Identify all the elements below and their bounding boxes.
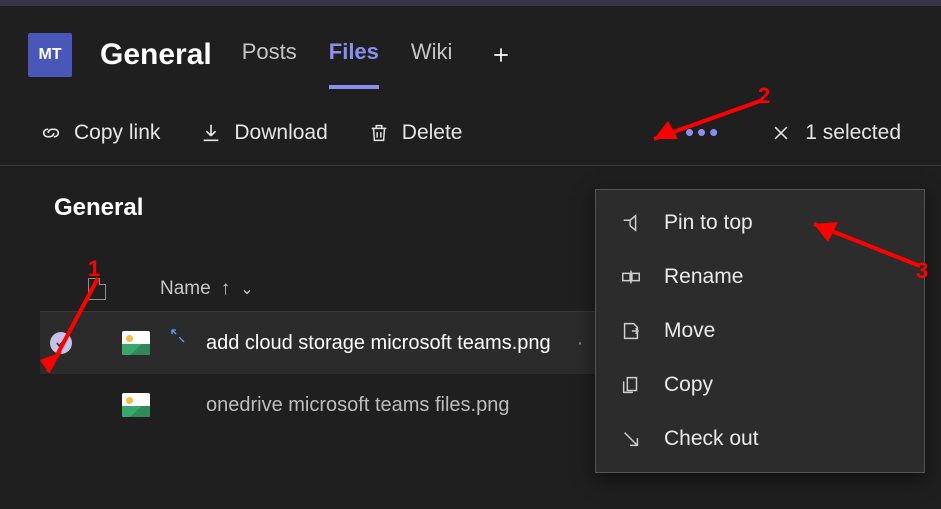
copy-link-label: Copy link <box>74 121 160 145</box>
name-column-header[interactable]: Name ↑ ⌄ <box>160 278 254 300</box>
image-file-icon <box>122 331 150 355</box>
more-actions-button[interactable]: ••• <box>675 113 731 152</box>
copy-icon <box>620 374 642 396</box>
tab-files[interactable]: Files <box>329 39 379 71</box>
image-file-icon <box>122 393 150 417</box>
menu-item-rename[interactable]: Rename <box>596 250 924 304</box>
menu-item-label: Pin to top <box>664 211 753 235</box>
checkout-icon <box>620 428 642 450</box>
team-avatar[interactable]: MT <box>28 33 72 77</box>
tab-wiki[interactable]: Wiki <box>411 39 453 71</box>
file-name: add cloud storage microsoft teams.png <box>206 332 551 355</box>
delete-label: Delete <box>402 121 463 145</box>
trash-icon <box>368 122 390 144</box>
rename-icon <box>620 266 642 288</box>
context-menu: Pin to top Rename Move Copy Check out <box>595 189 925 473</box>
row-select-checkbox[interactable] <box>50 332 72 354</box>
channel-title: General <box>100 38 212 72</box>
menu-item-label: Rename <box>664 265 743 289</box>
close-icon <box>771 123 791 143</box>
link-icon <box>40 122 62 144</box>
menu-item-label: Check out <box>664 427 759 451</box>
channel-header: MT General Posts Files Wiki <box>0 6 941 86</box>
add-tab-button[interactable] <box>484 38 518 72</box>
delete-button[interactable]: Delete <box>368 121 463 145</box>
tab-posts[interactable]: Posts <box>242 39 297 71</box>
checkmark-icon <box>54 336 68 350</box>
file-type-column-icon[interactable] <box>88 278 106 300</box>
channel-tabs: Posts Files Wiki <box>242 38 519 72</box>
plus-icon <box>491 45 511 65</box>
row-select-checkbox[interactable] <box>50 394 72 416</box>
menu-item-label: Copy <box>664 373 713 397</box>
download-icon <box>200 122 222 144</box>
new-indicator-icon <box>170 327 186 343</box>
selection-count-label: 1 selected <box>805 121 901 145</box>
menu-item-copy[interactable]: Copy <box>596 358 924 412</box>
selection-status[interactable]: 1 selected <box>771 121 901 145</box>
menu-item-check-out[interactable]: Check out <box>596 412 924 466</box>
menu-item-pin-to-top[interactable]: Pin to top <box>596 196 924 250</box>
file-toolbar: Copy link Download Delete ••• 1 selected <box>0 100 941 166</box>
file-name: onedrive microsoft teams files.png <box>206 394 509 417</box>
pin-icon <box>620 212 642 234</box>
name-column-label: Name <box>160 278 211 300</box>
copy-link-button[interactable]: Copy link <box>40 121 160 145</box>
menu-item-move[interactable]: Move <box>596 304 924 358</box>
menu-item-label: Move <box>664 319 715 343</box>
chevron-down-icon[interactable]: ⌄ <box>240 279 253 299</box>
sort-arrow-icon: ↑ <box>221 278 231 300</box>
download-button[interactable]: Download <box>200 121 327 145</box>
row-more-button[interactable]: · <box>577 332 587 355</box>
move-icon <box>620 320 642 342</box>
download-label: Download <box>234 121 327 145</box>
